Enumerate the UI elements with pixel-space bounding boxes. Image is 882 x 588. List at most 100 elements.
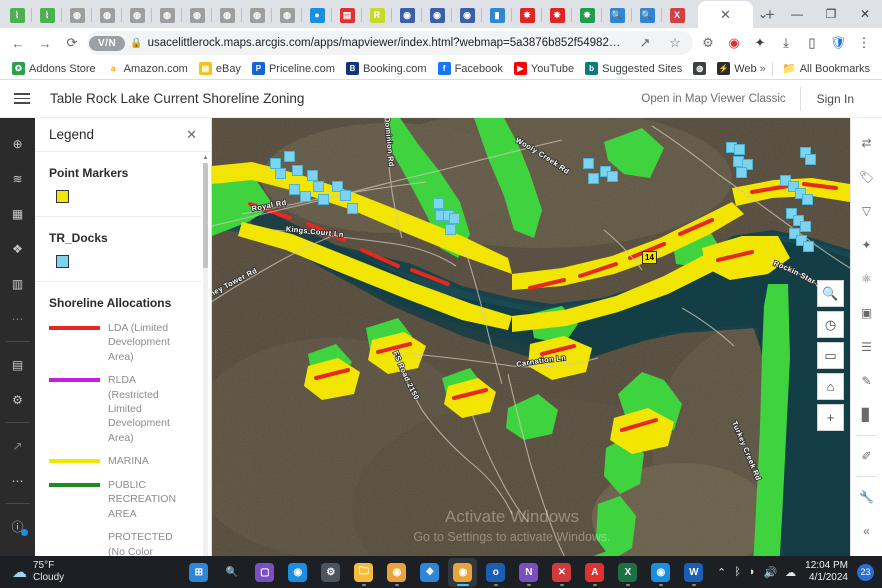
pinned-tab[interactable]: ◉ xyxy=(422,2,452,28)
dock-marker[interactable] xyxy=(805,154,816,165)
wifi-icon[interactable]: ◗ xyxy=(749,566,756,578)
share-page-icon[interactable]: ↗ xyxy=(633,31,657,55)
bookmark-item[interactable]: ▶YouTube xyxy=(510,60,578,77)
extensions-puzzle-icon[interactable]: ✦ xyxy=(748,31,772,55)
excel-icon[interactable]: X xyxy=(613,558,642,587)
add-content-icon[interactable]: ⊕ xyxy=(0,126,35,161)
tab-search-icon[interactable]: ⌄ xyxy=(746,0,780,28)
legend-scroll-area[interactable]: Point MarkersTR_DocksShoreline Allocatio… xyxy=(35,152,211,588)
pinned-tab[interactable]: X xyxy=(662,2,692,28)
presentation-icon[interactable]: ▭ xyxy=(817,342,844,369)
collapse-rail-icon[interactable]: « xyxy=(851,514,882,548)
dock-marker[interactable] xyxy=(800,221,811,232)
weather-widget[interactable]: ☁ 75°F Cloudy xyxy=(0,560,180,584)
pinned-tab[interactable]: 🔍 xyxy=(602,2,632,28)
bluetooth-icon[interactable]: ᛒ xyxy=(734,566,741,578)
media-icon[interactable]: ▣ xyxy=(851,296,882,330)
pinned-tab[interactable]: ◉ xyxy=(452,2,482,28)
zoom-in-button[interactable]: + xyxy=(817,404,844,431)
bookmark-item[interactable]: aAmazon.com xyxy=(103,60,192,77)
close-tab-icon[interactable]: ✕ xyxy=(720,7,731,23)
pinned-tab[interactable]: ◍ xyxy=(62,2,92,28)
chrome-icon[interactable]: ◉ xyxy=(382,558,411,587)
pinned-tab[interactable]: ◍ xyxy=(152,2,182,28)
measure-icon[interactable]: ◷ xyxy=(817,311,844,338)
volume-icon[interactable]: 🔊 xyxy=(763,566,777,579)
pinned-tab[interactable]: ◍ xyxy=(182,2,212,28)
share-icon[interactable]: ↗ xyxy=(0,428,35,463)
file-explorer-icon[interactable]: 🗀 xyxy=(349,558,378,587)
dock-marker[interactable] xyxy=(318,194,329,205)
dock-marker[interactable] xyxy=(736,167,747,178)
pinned-tab[interactable]: ⌇ xyxy=(32,2,62,28)
bookmark-item[interactable]: PPriceline.com xyxy=(248,60,339,77)
reload-icon[interactable]: ⟳ xyxy=(60,31,84,55)
bookmark-item[interactable]: ◍ xyxy=(689,60,710,77)
downloads-icon[interactable]: ⤓ xyxy=(774,31,798,55)
sign-in-button[interactable]: Sign In xyxy=(801,92,868,106)
dock-marker[interactable] xyxy=(433,198,444,209)
task-view-icon[interactable]: ▢ xyxy=(250,558,279,587)
bookmark-item[interactable]: BBooking.com xyxy=(342,60,431,77)
layers-icon[interactable]: ≋ xyxy=(0,161,35,196)
more-options-icon[interactable]: ⋯ xyxy=(0,301,35,336)
dock-marker[interactable] xyxy=(300,191,311,202)
dock-marker[interactable] xyxy=(449,213,460,224)
dock-marker[interactable] xyxy=(583,158,594,169)
bookmark-item[interactable]: bSuggested Sites xyxy=(581,60,686,77)
info-icon[interactable]: ⓘ xyxy=(0,509,35,544)
legend-scrollbar[interactable]: ▲ ▼ xyxy=(202,154,209,586)
edge-second-icon[interactable]: ◉ xyxy=(646,558,675,587)
pinned-tab[interactable]: ◍ xyxy=(272,2,302,28)
aggregation-icon[interactable]: ▊ xyxy=(851,398,882,432)
bluebeam-icon[interactable]: ✕ xyxy=(547,558,576,587)
dock-marker[interactable] xyxy=(347,203,358,214)
pinned-tab[interactable]: R xyxy=(362,2,392,28)
dock-marker[interactable] xyxy=(803,241,814,252)
notification-badge[interactable]: 23 xyxy=(857,564,874,581)
profile-shield-icon[interactable]: 🛡 xyxy=(826,31,850,55)
dock-marker[interactable] xyxy=(275,168,286,179)
dropbox-icon[interactable]: ❖ xyxy=(415,558,444,587)
bookmark-item[interactable]: ▤eBay xyxy=(195,60,245,77)
dock-marker[interactable] xyxy=(607,171,618,182)
dock-marker[interactable] xyxy=(289,184,300,195)
dock-marker[interactable] xyxy=(802,194,813,205)
hamburger-menu-icon[interactable] xyxy=(14,93,36,104)
filter-icon[interactable]: ▽ xyxy=(851,194,882,228)
start-button[interactable]: ⊞ xyxy=(184,558,213,587)
fields-icon[interactable]: ☰ xyxy=(851,330,882,364)
pinned-tab[interactable]: ◍ xyxy=(242,2,272,28)
all-bookmarks-button[interactable]: 📁 All Bookmarks xyxy=(779,60,874,77)
pinned-tab[interactable]: ▤ xyxy=(332,2,362,28)
profile-chip[interactable]: V/N xyxy=(89,36,125,51)
effects-sparkle-icon[interactable]: ✦ xyxy=(851,228,882,262)
extension-gear-icon[interactable]: ⚙ xyxy=(696,31,720,55)
open-in-map-viewer-classic-link[interactable]: Open in Map Viewer Classic xyxy=(627,93,799,105)
pinned-tab[interactable]: ✸ xyxy=(512,2,542,28)
pinned-tab[interactable]: ▮ xyxy=(482,2,512,28)
scrollbar-thumb[interactable] xyxy=(203,163,208,268)
search-map-icon[interactable]: 🔍 xyxy=(817,280,844,307)
bookmarks-overflow-icon[interactable]: » xyxy=(760,63,766,75)
bookmark-item[interactable]: ✪Addons Store xyxy=(8,60,100,77)
tables-icon[interactable]: ▦ xyxy=(0,196,35,231)
address-bar[interactable]: V/N 🔒 usacelittlerock.maps.arcgis.com/ap… xyxy=(87,31,693,55)
dock-marker[interactable] xyxy=(307,170,318,181)
show-hidden-icons[interactable]: ⌃ xyxy=(717,566,726,579)
active-tab[interactable]: ✕ xyxy=(698,1,753,28)
bookmark-item[interactable]: fFacebook xyxy=(434,60,507,77)
search-taskbar-icon[interactable]: 🔍 xyxy=(217,558,246,587)
close-window-button[interactable]: ✕ xyxy=(848,0,882,28)
dock-marker[interactable] xyxy=(445,224,456,235)
edge-icon[interactable]: ◉ xyxy=(283,558,312,587)
home-icon[interactable]: ⌂ xyxy=(817,373,844,400)
save-icon[interactable]: ▤ xyxy=(0,347,35,382)
more-actions-icon[interactable]: ⋯ xyxy=(0,463,35,498)
chrome-menu-icon[interactable]: ⋮ xyxy=(852,31,876,55)
taskbar-clock[interactable]: 12:04 PM 4/1/2024 xyxy=(805,560,848,584)
bookmark-item[interactable]: ⚡Web Slice Gallery xyxy=(713,60,756,77)
acrobat-icon[interactable]: A xyxy=(580,558,609,587)
settings-icon[interactable]: ⚙ xyxy=(316,558,345,587)
dock-marker[interactable] xyxy=(340,190,351,201)
